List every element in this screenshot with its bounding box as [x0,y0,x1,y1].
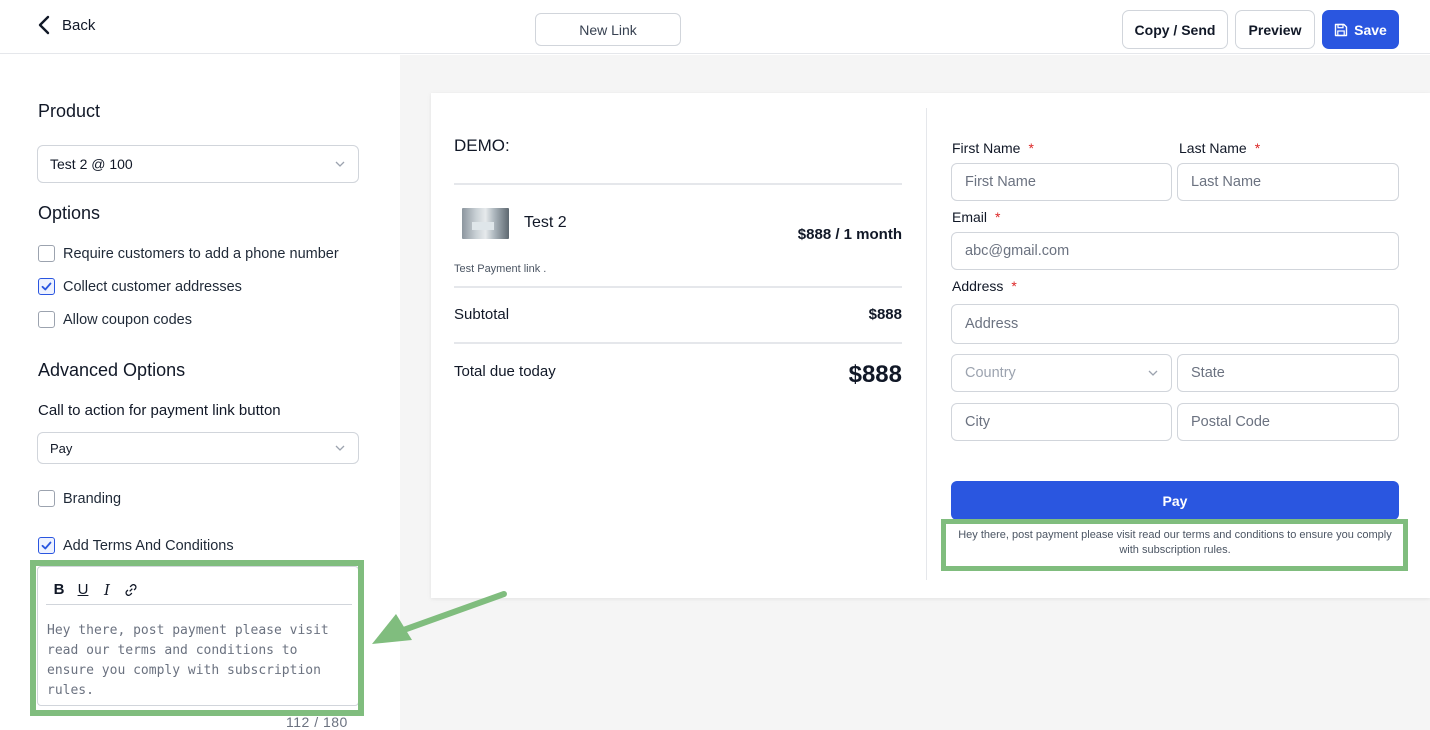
highlight-box-editor [30,560,364,716]
product-name: Test 2 [524,214,567,231]
postal-code-input[interactable]: Postal Code [1177,403,1399,441]
cta-select-value: Pay [50,440,73,456]
check-icon [41,541,52,550]
chevron-down-icon [1148,370,1158,376]
option-label: Collect customer addresses [63,278,242,295]
option-label: Allow coupon codes [63,311,192,328]
option-addresses-checkbox[interactable]: Collect customer addresses [38,278,242,295]
checkbox[interactable] [38,311,55,328]
divider [454,183,902,185]
checkbox-checked[interactable] [38,537,55,554]
checkbox-checked[interactable] [38,278,55,295]
pay-button[interactable]: Pay [951,481,1399,520]
link-name-input[interactable]: New Link [535,13,681,46]
save-label: Save [1354,21,1387,38]
terms-checkbox[interactable]: Add Terms And Conditions [38,537,234,554]
branding-checkbox[interactable]: Branding [38,490,121,507]
product-select[interactable]: Test 2 @ 100 [37,145,359,183]
last-name-label: Last Name * [1179,140,1261,156]
city-input[interactable]: City [951,403,1172,441]
total-label: Total due today [454,363,556,380]
preview-button[interactable]: Preview [1235,10,1315,49]
divider [454,286,902,288]
branding-label: Branding [63,490,122,507]
checkbox[interactable] [38,490,55,507]
product-description: Test Payment link . [454,263,547,275]
copy-send-button[interactable]: Copy / Send [1122,10,1228,49]
divider [454,342,902,344]
chevron-down-icon [335,161,345,167]
highlight-box-terms [941,519,1408,571]
product-select-value: Test 2 @ 100 [50,156,133,172]
product-price: $888 / 1 month [797,226,902,243]
cta-select[interactable]: Pay [37,432,359,464]
chevron-left-icon [38,15,50,35]
country-select[interactable]: Country [951,354,1172,392]
check-icon [41,282,52,291]
cta-label: Call to action for payment link button [38,402,281,419]
back-label: Back [62,16,96,34]
back-button[interactable]: Back [36,14,95,36]
chevron-down-icon [335,445,345,451]
product-image [462,208,509,239]
address-input[interactable]: Address [951,304,1399,344]
product-heading: Product [38,101,101,121]
address-label: Address * [952,278,1017,294]
country-placeholder: Country [965,365,1016,381]
option-coupon-checkbox[interactable]: Allow coupon codes [38,311,192,328]
total-value: $888 [848,361,902,388]
option-label: Require customers to add a phone number [63,245,339,262]
divider [926,108,927,580]
option-phone-checkbox[interactable]: Require customers to add a phone number [38,245,339,262]
advanced-options-heading: Advanced Options [38,360,186,380]
state-input[interactable]: State [1177,354,1399,392]
save-icon [1334,23,1348,36]
options-heading: Options [38,203,101,223]
checkbox[interactable] [38,245,55,262]
annotation-arrow-icon [372,591,507,644]
subtotal-label: Subtotal [454,306,510,323]
terms-label: Add Terms And Conditions [63,537,234,554]
email-label: Email * [952,209,1001,225]
first-name-input[interactable]: First Name [951,163,1172,201]
email-input[interactable]: abc@gmail.com [951,232,1399,270]
char-counter: 112 / 180 [286,714,348,730]
store-name: DEMO: [454,136,510,155]
save-button[interactable]: Save [1322,10,1399,49]
first-name-label: First Name * [952,140,1034,156]
top-bar: Back New Link Copy / Send Preview Save [0,0,1430,54]
last-name-input[interactable]: Last Name [1177,163,1399,201]
subtotal-value: $888 [868,306,902,323]
